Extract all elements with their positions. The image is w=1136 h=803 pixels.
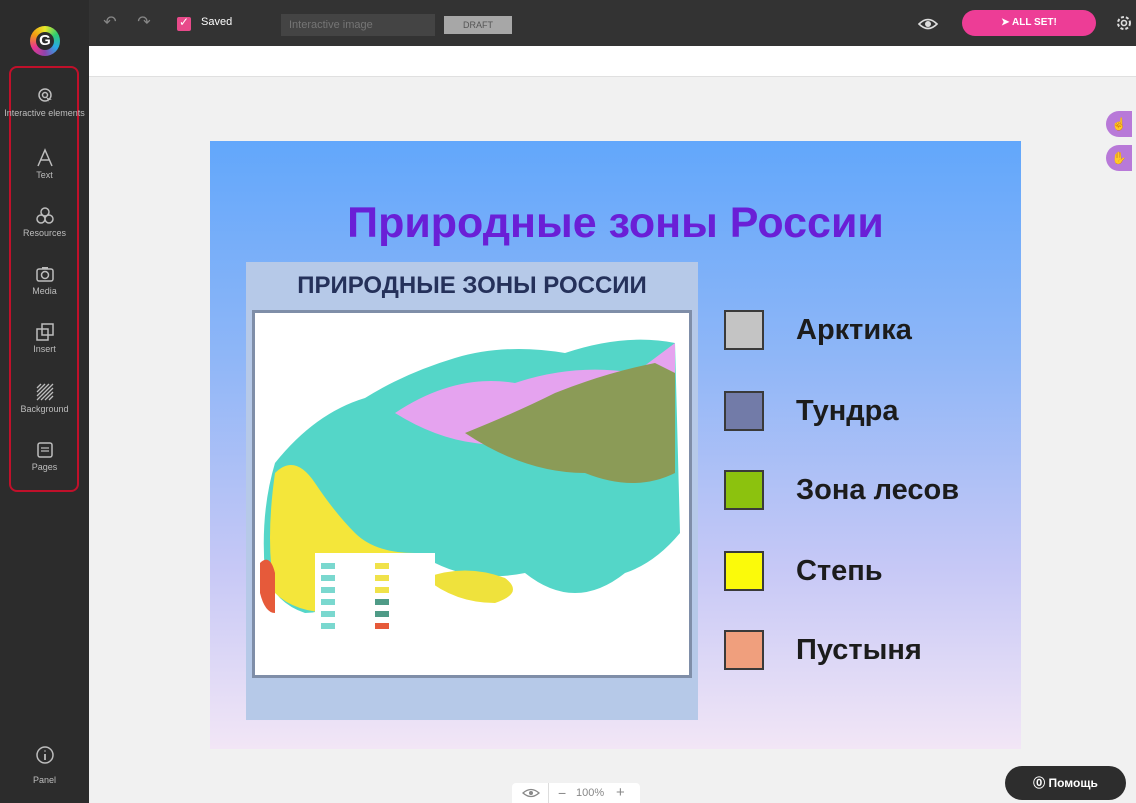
sidebar-item-panel[interactable]: Panel <box>0 745 89 785</box>
panel-label: Panel <box>32 775 57 785</box>
legend-swatch <box>724 630 764 670</box>
pages-icon <box>36 442 53 458</box>
slide-title[interactable]: Природные зоны России <box>210 199 1021 248</box>
hotspot-icon[interactable]: ✋ <box>1106 145 1132 171</box>
camera-icon <box>35 267 54 282</box>
all-set-button[interactable]: ➤ ALL SET! <box>962 10 1096 36</box>
undo-icon[interactable]: ↶ <box>97 10 123 36</box>
gear-icon[interactable] <box>1113 12 1135 34</box>
zoom-bar: − 100% + <box>512 783 640 803</box>
redo-icon[interactable]: ↷ <box>131 10 157 36</box>
sidebar-item-insert[interactable]: Insert <box>0 322 89 354</box>
info-icon <box>35 746 54 764</box>
sidebar: G Interactive elements Text Resources Me… <box>0 0 89 803</box>
interactive-icon <box>37 88 52 104</box>
title-input[interactable] <box>281 14 435 36</box>
eye-icon[interactable] <box>522 787 540 799</box>
map-illustration <box>255 313 689 675</box>
top-toolbar: ↶ ↷ Saved DRAFT ➤ ALL SET! <box>89 0 1136 46</box>
help-button[interactable]: ⓪ Помощь <box>1005 766 1126 800</box>
sidebar-item-text[interactable]: Text <box>0 148 89 180</box>
legend-swatch <box>724 310 764 350</box>
sidebar-item-label: Text <box>36 170 53 180</box>
saved-check-icon <box>177 15 191 31</box>
sidebar-item-interactive-elements[interactable]: Interactive elements <box>0 86 89 118</box>
sidebar-item-resources[interactable]: Resources <box>0 206 89 238</box>
toolbar-strip <box>89 46 1136 77</box>
sidebar-item-label: Media <box>32 286 57 296</box>
legend-label: Тундра <box>796 395 899 427</box>
question-icon: ⓪ <box>1033 776 1046 790</box>
sidebar-item-media[interactable]: Media <box>0 264 89 296</box>
zoom-out-button[interactable]: − <box>558 785 566 801</box>
sidebar-item-label: Insert <box>33 344 56 354</box>
map-title: ПРИРОДНЫЕ ЗОНЫ РОССИИ <box>297 272 647 299</box>
sidebar-item-label: Interactive elements <box>4 108 85 118</box>
text-icon <box>36 148 53 167</box>
legend-label: Арктика <box>796 314 912 346</box>
app-logo[interactable]: G <box>30 26 60 56</box>
legend-label: Степь <box>796 555 883 587</box>
sidebar-item-background[interactable]: Background <box>0 382 89 414</box>
sidebar-item-label: Pages <box>31 462 58 472</box>
zoom-in-button[interactable]: + <box>616 784 625 801</box>
megaphone-icon: ➤ <box>1001 17 1010 28</box>
sidebar-item-pages[interactable]: Pages <box>0 440 89 472</box>
background-icon <box>36 383 53 401</box>
sidebar-item-label: Resources <box>22 228 67 238</box>
interaction-hint-icon[interactable]: ☝ <box>1106 111 1132 137</box>
draft-badge[interactable]: DRAFT <box>444 16 512 34</box>
legend-label: Зона лесов <box>796 474 960 506</box>
sidebar-item-label: Background <box>20 404 69 414</box>
russia-map <box>252 310 692 678</box>
legend-label: Пустыня <box>796 634 922 666</box>
preview-eye-icon[interactable] <box>915 12 941 36</box>
insert-icon <box>35 323 54 341</box>
legend-swatch <box>724 551 764 591</box>
saved-status: Saved <box>201 16 233 28</box>
map-image[interactable]: ПРИРОДНЫЕ ЗОНЫ РОССИИ <box>246 262 698 720</box>
help-label: Помощь <box>1048 776 1098 790</box>
divider <box>548 783 549 803</box>
resources-icon <box>35 207 54 224</box>
all-set-label: ALL SET! <box>1011 17 1057 28</box>
legend-swatch <box>724 470 764 510</box>
logo-letter: G <box>39 32 51 49</box>
slide-canvas[interactable]: Природные зоны России ПРИРОДНЫЕ ЗОНЫ РОС… <box>210 141 1021 749</box>
zoom-level: 100% <box>576 787 605 799</box>
legend-swatch <box>724 391 764 431</box>
